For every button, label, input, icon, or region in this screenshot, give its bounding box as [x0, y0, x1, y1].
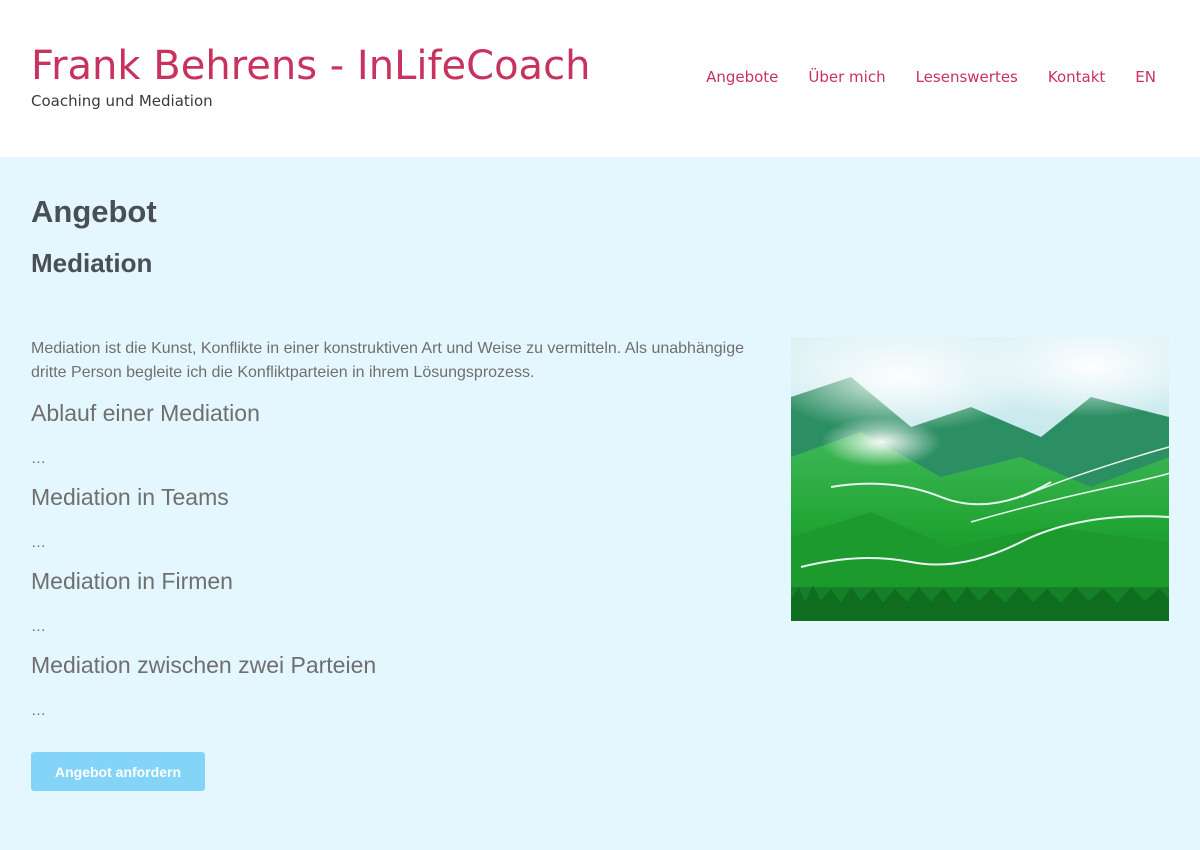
subsection-title-firmen: Mediation in Firmen — [31, 568, 233, 594]
intro-text: Mediation ist die Kunst, Konflikte in ei… — [31, 340, 744, 381]
mountain-landscape-image — [791, 337, 1169, 621]
subsection-text-firmen: … — [31, 618, 46, 635]
content-column: Mediation ist die Kunst, Konflikte in ei… — [31, 337, 761, 721]
nav-item-language-en[interactable]: EN — [1135, 68, 1156, 86]
site-title-link[interactable]: Frank Behrens - InLifeCoach — [31, 42, 590, 90]
subsection-title-parteien: Mediation zwischen zwei Parteien — [31, 652, 377, 678]
main-nav: Angebote Über mich Lesenswertes Kontakt … — [706, 68, 1156, 86]
subsection-text-parteien: … — [31, 702, 46, 719]
subsection-title-ablauf: Ablauf einer Mediation — [31, 400, 260, 426]
subsection-text-ablauf: … — [31, 450, 46, 467]
nav-item-lesenswertes[interactable]: Lesenswertes — [916, 68, 1018, 86]
nav-item-ueber-mich[interactable]: Über mich — [808, 68, 885, 86]
subsection-title-teams: Mediation in Teams — [31, 484, 229, 510]
site-tagline: Coaching und Mediation — [31, 92, 213, 110]
main-content: Angebot Mediation Mediation ist die Kuns… — [0, 157, 1200, 850]
nav-item-kontakt[interactable]: Kontakt — [1048, 68, 1105, 86]
subsection-text-teams: … — [31, 534, 46, 551]
site-header: Frank Behrens - InLifeCoach Coaching und… — [0, 0, 1200, 157]
page-title: Angebot — [31, 194, 157, 229]
section-title: Mediation — [31, 248, 153, 278]
nav-item-angebote[interactable]: Angebote — [706, 68, 778, 86]
request-offer-button[interactable]: Angebot anfordern — [31, 752, 205, 791]
